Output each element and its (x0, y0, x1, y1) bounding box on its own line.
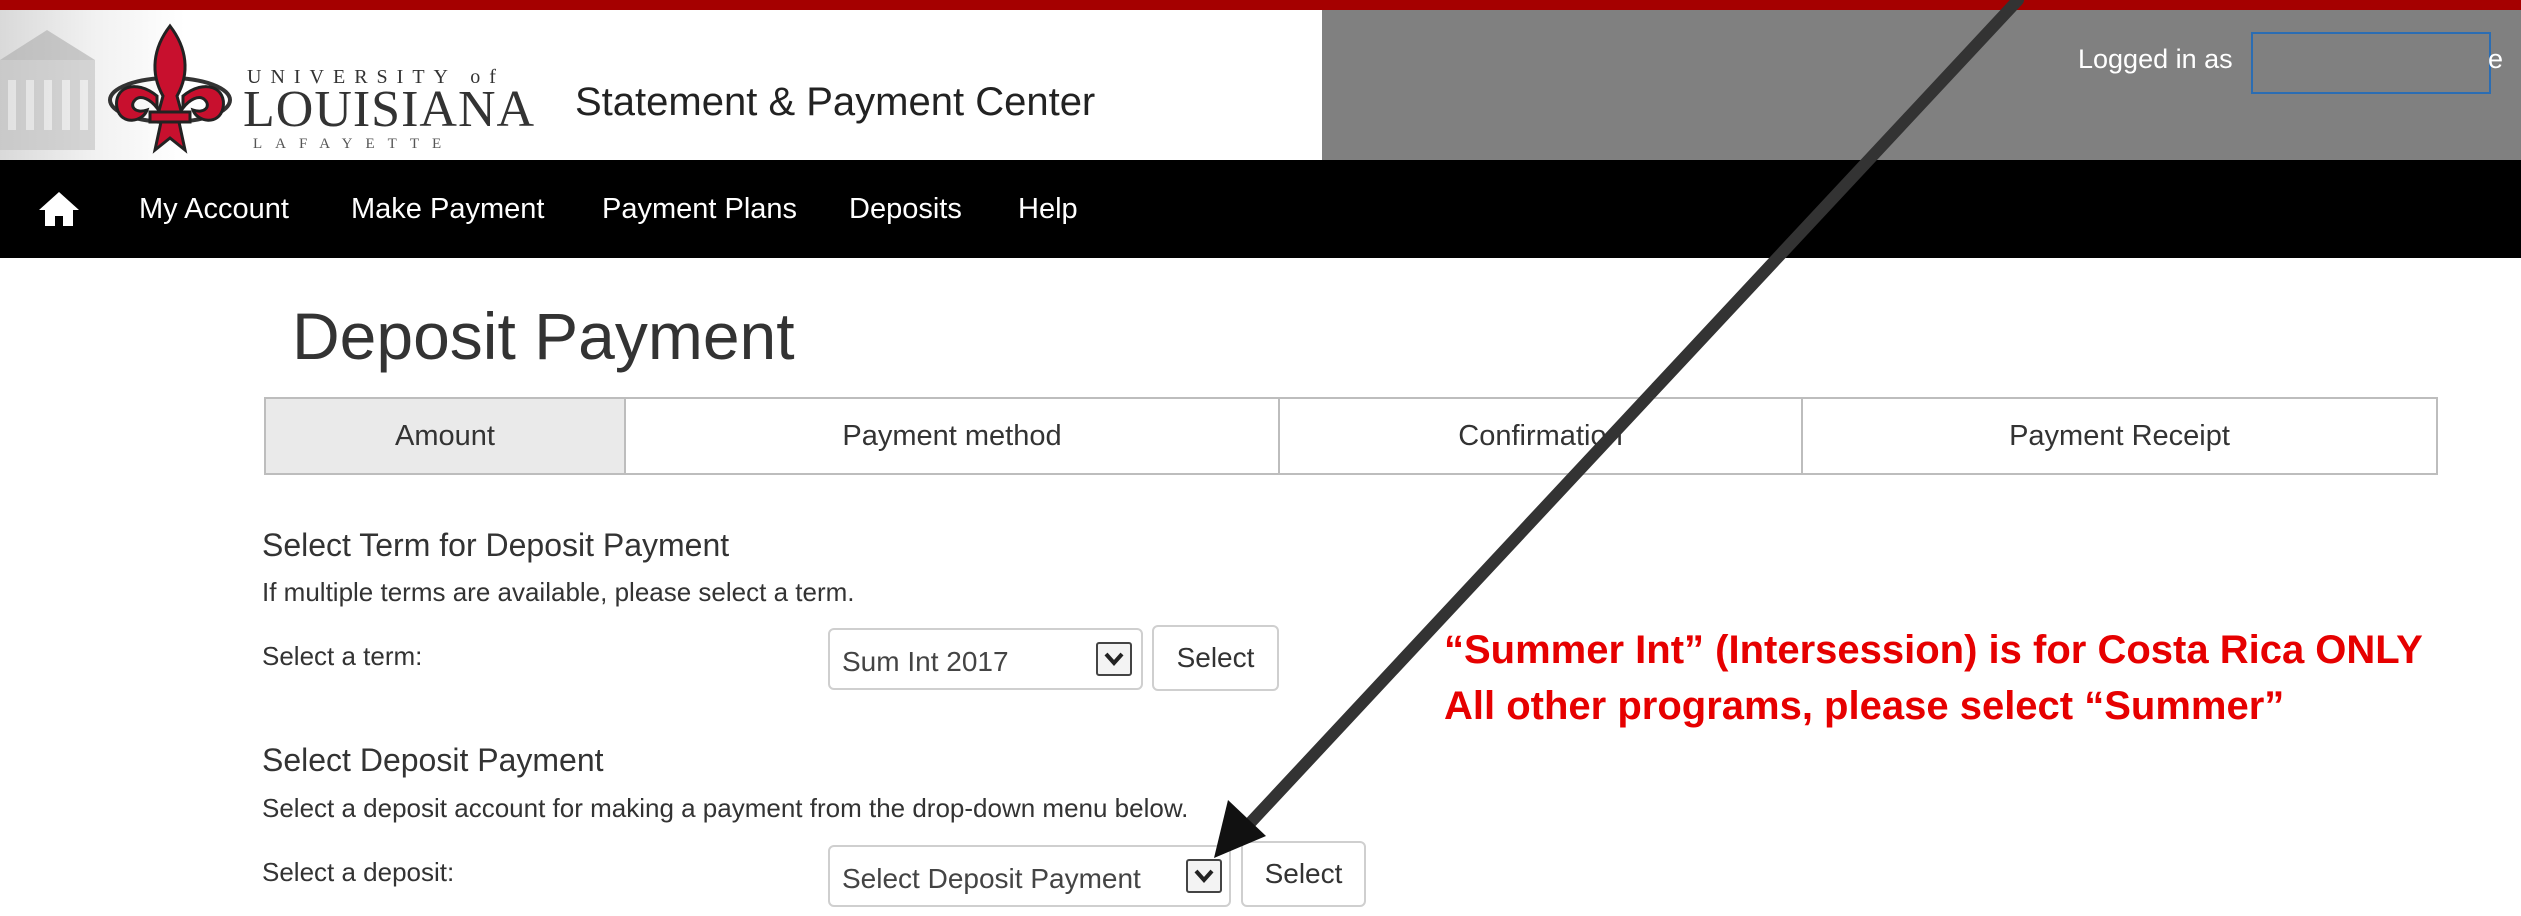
logo-louisiana-text: LOUISIANA (243, 81, 536, 138)
fleur-de-lis-icon (108, 23, 232, 154)
deposit-section-title: Select Deposit Payment (262, 742, 604, 778)
deposit-select[interactable]: Select Deposit Payment (828, 845, 1231, 907)
nav-help[interactable]: Help (1018, 193, 1078, 226)
payment-steps: Amount Payment method Confirmation Payme… (264, 397, 2438, 475)
username-redaction-box (2251, 32, 2491, 94)
step-amount: Amount (266, 399, 624, 473)
top-accent-bar (0, 0, 2521, 10)
term-select[interactable]: Sum Int 2017 (828, 628, 1143, 690)
nav-make-payment[interactable]: Make Payment (351, 193, 544, 226)
main-nav: My Account Make Payment Payment Plans De… (0, 160, 2521, 258)
step-payment-receipt: Payment Receipt (1801, 399, 2436, 473)
deposit-label: Select a deposit: (262, 857, 455, 887)
page-title: Deposit Payment (292, 299, 795, 373)
chevron-down-icon[interactable] (1096, 642, 1132, 676)
logo-lafayette-text: LAFAYETTE (253, 136, 455, 152)
term-section-title: Select Term for Deposit Payment (262, 527, 730, 563)
site-header: UNIVERSITY of LOUISIANA LAFAYETTE Statem… (0, 10, 2521, 160)
term-help-text: If multiple terms are available, please … (262, 577, 855, 607)
nav-payment-plans[interactable]: Payment Plans (602, 193, 797, 226)
nav-deposits[interactable]: Deposits (849, 193, 962, 226)
deposit-select-value: Select Deposit Payment (842, 863, 1141, 894)
deposit-select-button[interactable]: Select (1241, 841, 1366, 907)
home-icon[interactable] (38, 190, 80, 228)
deposit-help-text: Select a deposit account for making a pa… (262, 793, 1189, 823)
step-confirmation: Confirmation (1278, 399, 1801, 473)
university-logo[interactable]: UNIVERSITY of LOUISIANA LAFAYETTE (95, 18, 534, 158)
step-payment-method: Payment method (624, 399, 1278, 473)
term-select-button[interactable]: Select (1152, 625, 1279, 691)
term-select-value: Sum Int 2017 (842, 646, 1009, 677)
term-label: Select a term: (262, 641, 423, 671)
logged-in-tail: e (2488, 44, 2504, 74)
chevron-down-icon[interactable] (1186, 859, 1222, 893)
campus-building-image (0, 30, 95, 150)
annotation-line-2: All other programs, please select “Summe… (1444, 684, 2285, 728)
nav-my-account[interactable]: My Account (139, 193, 289, 226)
logged-in-label: Logged in as (2078, 44, 2233, 74)
annotation-line-1: “Summer Int” (Intersession) is for Costa… (1444, 628, 2423, 672)
app-title: Statement & Payment Center (575, 80, 1096, 124)
